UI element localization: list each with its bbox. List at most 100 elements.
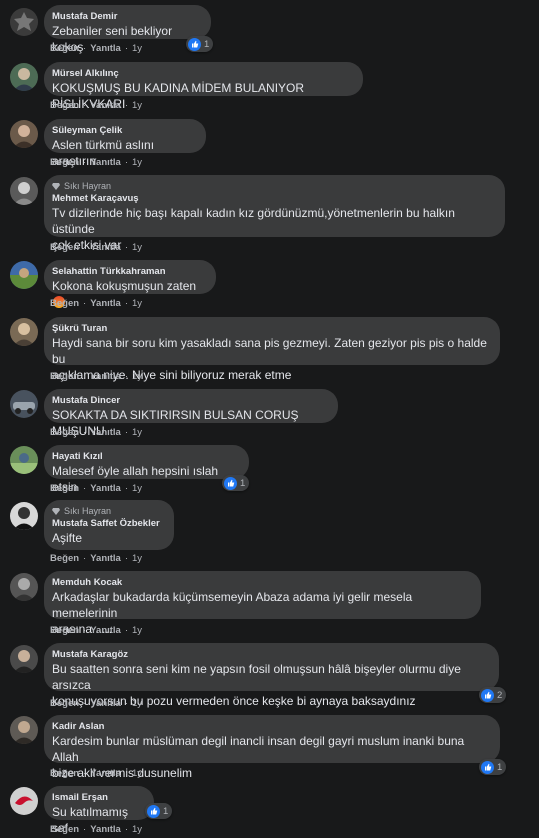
reply-button[interactable]: Yanıtla (90, 242, 121, 253)
avatar[interactable] (10, 120, 38, 148)
comment-author[interactable]: Ismail Erşan (52, 792, 145, 804)
timestamp[interactable]: 1y (132, 242, 142, 253)
comment-author[interactable]: Mustafa Demir (52, 11, 202, 23)
reaction-count[interactable]: 2 (479, 687, 507, 703)
timestamp[interactable]: 1y (132, 553, 142, 564)
comment-bubble: Memduh Kocak Arkadaşlar bukadarda küçüms… (44, 571, 481, 636)
comment-actions: Beğen · Yanıtla · 1y (50, 698, 142, 709)
avatar[interactable] (10, 446, 38, 474)
thumbs-up-icon (481, 760, 494, 774)
like-button[interactable]: Beğen (50, 242, 79, 253)
reply-button[interactable]: Yanıtla (90, 43, 121, 54)
comment-author[interactable]: Memduh Kocak (52, 577, 472, 589)
thumbs-up-icon (147, 804, 160, 818)
like-count: 1 (204, 38, 210, 50)
separator: · (124, 698, 129, 709)
avatar[interactable] (10, 787, 38, 815)
comment-author[interactable]: Mürsel Alkılınç (52, 68, 354, 80)
separator: · (124, 100, 129, 111)
separator: · (124, 427, 129, 438)
timestamp[interactable]: 1y (132, 157, 142, 168)
avatar[interactable] (10, 390, 38, 418)
reply-button[interactable]: Yanıtla (90, 768, 121, 779)
badge-label: Sıkı Hayran (64, 506, 112, 516)
comment-author[interactable]: Mehmet Karaçavuş (52, 193, 496, 205)
timestamp[interactable]: 1y (132, 625, 142, 636)
comment-bubble: Selahattin Türkkahraman Kokona kokuşmuşu… (44, 260, 216, 308)
top-fan-badge: Sıkı Hayran (52, 181, 496, 191)
comment-actions: Beğen · Yanıtla · 1y (50, 371, 142, 382)
like-button[interactable]: Beğen (50, 625, 79, 636)
reply-button[interactable]: Yanıtla (90, 553, 121, 564)
avatar[interactable] (10, 177, 38, 205)
comment-actions: Beğen · Yanıtla · 1y (50, 625, 142, 636)
thumbs-up-icon (481, 688, 494, 702)
reply-button[interactable]: Yanıtla (90, 298, 121, 309)
separator: · (83, 824, 87, 835)
like-button[interactable]: Beğen (50, 553, 79, 564)
avatar[interactable] (10, 261, 38, 289)
separator: · (83, 298, 87, 309)
reaction-count[interactable]: 1 (222, 475, 250, 491)
avatar[interactable] (10, 573, 38, 601)
avatar[interactable] (10, 502, 38, 530)
like-button[interactable]: Beğen (50, 824, 79, 835)
comment-author[interactable]: Hayati Kızıl (52, 451, 240, 463)
thumbs-up-icon (188, 37, 201, 51)
separator: · (83, 768, 87, 779)
avatar[interactable] (10, 645, 38, 673)
like-button[interactable]: Beğen (50, 427, 79, 438)
timestamp[interactable]: 1y (132, 43, 142, 54)
reply-button[interactable]: Yanıtla (90, 427, 121, 438)
comment-actions: Beğen · Yanıtla · 1y (50, 427, 142, 438)
comment-author[interactable]: Selahattin Türkkahraman (52, 266, 207, 278)
reply-button[interactable]: Yanıtla (90, 698, 121, 709)
timestamp[interactable]: 1y (132, 768, 142, 779)
reaction-count[interactable]: 1 (479, 759, 507, 775)
timestamp[interactable]: 1y (132, 483, 142, 494)
like-count: 1 (163, 805, 169, 817)
comment-bubble: Kadir Aslan Kardesim bunlar müslüman deg… (44, 715, 500, 780)
reply-button[interactable]: Yanıtla (90, 483, 121, 494)
comment-author[interactable]: Kadir Aslan (52, 721, 491, 733)
like-button[interactable]: Beğen (50, 483, 79, 494)
reply-button[interactable]: Yanıtla (90, 371, 121, 382)
comment-bubble: Mustafa Karagöz Bu saatten sonra seni ki… (44, 643, 499, 708)
avatar[interactable] (10, 318, 38, 346)
comment-actions: Beğen · Yanıtla · 1y (50, 824, 142, 835)
separator: · (83, 698, 87, 709)
comment-author[interactable]: Süleyman Çelik (52, 125, 197, 137)
like-button[interactable]: Beğen (50, 768, 79, 779)
reaction-count[interactable]: 1 (186, 36, 214, 52)
comment-author[interactable]: Mustafa Dincer (52, 395, 329, 407)
like-button[interactable]: Beğen (50, 298, 79, 309)
avatar[interactable] (10, 8, 38, 36)
comment-author[interactable]: Şükrü Turan (52, 323, 491, 335)
like-button[interactable]: Beğen (50, 157, 79, 168)
diamond-icon (52, 507, 60, 515)
timestamp[interactable]: 1y (132, 824, 142, 835)
avatar[interactable] (10, 716, 38, 744)
like-count: 1 (497, 761, 503, 773)
timestamp[interactable]: 1y (132, 427, 142, 438)
comment-actions: Beğen · Yanıtla · 1y (50, 553, 142, 564)
timestamp[interactable]: 1y (132, 298, 142, 309)
separator: · (124, 157, 129, 168)
reply-button[interactable]: Yanıtla (90, 625, 121, 636)
like-button[interactable]: Beğen (50, 371, 79, 382)
reaction-count[interactable]: 1 (145, 803, 173, 819)
reply-button[interactable]: Yanıtla (90, 157, 121, 168)
timestamp[interactable]: 1y (132, 698, 142, 709)
timestamp[interactable]: 1y (132, 371, 142, 382)
avatar[interactable] (10, 63, 38, 91)
reply-button[interactable]: Yanıtla (90, 824, 121, 835)
reply-button[interactable]: Yanıtla (90, 100, 121, 111)
like-button[interactable]: Beğen (50, 100, 79, 111)
comment-author[interactable]: Mustafa Karagöz (52, 649, 490, 661)
timestamp[interactable]: 1y (132, 100, 142, 111)
like-button[interactable]: Beğen (50, 43, 79, 54)
like-button[interactable]: Beğen (50, 698, 79, 709)
separator: · (83, 242, 87, 253)
separator: · (83, 427, 87, 438)
comment-author[interactable]: Mustafa Saffet Özbekler (52, 518, 165, 530)
